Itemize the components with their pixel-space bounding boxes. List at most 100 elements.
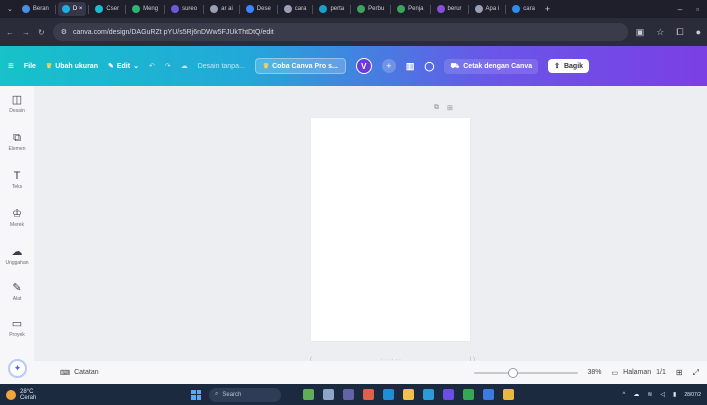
tab-separator — [350, 4, 352, 14]
cloud-icon[interactable]: ☁ — [633, 391, 639, 398]
pencil-icon: ✎ — [107, 63, 114, 70]
browser-tab[interactable]: Penja — [393, 2, 427, 16]
site-info-icon[interactable]: ⚙ — [61, 28, 67, 36]
teams-icon[interactable] — [343, 389, 354, 400]
browser-tab[interactable]: Perbu — [353, 2, 388, 16]
bookmark-star-icon[interactable]: ☆ — [656, 27, 664, 38]
sidebar-item-merek[interactable]: ♔ Merek — [0, 208, 34, 228]
design-title[interactable]: Desain tanpa... — [198, 63, 245, 70]
copilot-icon[interactable] — [363, 389, 374, 400]
maximize-icon[interactable]: ▫ — [696, 5, 699, 14]
browser-tab[interactable]: Dese — [242, 2, 275, 16]
pages-icon: ▭ — [611, 369, 619, 377]
back-icon[interactable]: ← — [6, 28, 14, 37]
tray-expand-icon[interactable]: ^ — [623, 392, 626, 398]
sidebar-item-proyek[interactable]: ▭ Proyek — [0, 318, 34, 338]
windows-start-icon[interactable] — [191, 389, 201, 400]
wifi-icon[interactable]: ≋ — [647, 391, 652, 398]
tab-label: Beran — [32, 6, 49, 12]
store-icon[interactable] — [423, 389, 434, 400]
fullscreen-icon[interactable]: ⤢ — [693, 368, 699, 378]
zoom-value[interactable]: 38% — [588, 369, 602, 376]
browser-tab[interactable]: perta — [315, 2, 348, 16]
sidebar-icon: T — [13, 170, 21, 182]
sidebar-item-unggahan[interactable]: ☁ Unggahan — [0, 246, 34, 266]
window-controls: – ▫ — [678, 5, 707, 14]
browser-tab[interactable]: ar ai — [206, 2, 237, 16]
tab-separator — [505, 4, 507, 14]
canva-app-icon[interactable] — [443, 389, 454, 400]
resize-button[interactable]: ♛ Ubah ukuran — [46, 62, 98, 71]
tab-list-menu-icon[interactable]: ⌄ — [4, 5, 16, 13]
reload-icon[interactable]: ↻ — [38, 28, 45, 37]
browser-tab-strip: ⌄ Beran D × Cser Meng sureo ar ai Dese cara pert… — [0, 0, 707, 18]
file-menu-button[interactable]: File — [24, 63, 36, 70]
file-explorer-icon[interactable] — [403, 389, 414, 400]
battery-icon[interactable]: ▮ — [673, 391, 676, 398]
browser-tab[interactable]: D × — [57, 2, 87, 16]
minimize-icon[interactable]: – — [678, 5, 682, 14]
tab-separator — [312, 4, 314, 14]
main-menu-icon[interactable]: ≡ — [8, 61, 14, 72]
sidebar-item-alat[interactable]: ✎ Alat — [0, 282, 34, 302]
browser-tab[interactable]: sureo — [167, 2, 201, 16]
tab-favicon-icon — [171, 5, 180, 13]
sun-icon — [6, 389, 16, 400]
mail-icon[interactable] — [483, 389, 494, 400]
share-button[interactable]: ⇪ Bagik — [548, 59, 590, 73]
pages-label: Halaman — [623, 369, 652, 376]
address-bar[interactable]: ⚙ canva.com/design/DAGuRZt pYU/s5Rj6nDWw… — [52, 23, 628, 41]
insights-icon[interactable]: ▥ — [406, 61, 415, 72]
profile-icon[interactable]: ● — [696, 27, 701, 38]
tab-separator — [276, 4, 278, 14]
browser-tab[interactable]: Meng — [128, 2, 162, 16]
edge-icon[interactable] — [383, 389, 394, 400]
comment-icon[interactable]: ◯ — [424, 61, 434, 72]
weather-widget[interactable]: 28°C Cerah — [6, 389, 191, 401]
redo-button[interactable]: ↷ — [165, 62, 171, 70]
colorful-app-icon[interactable] — [503, 389, 514, 400]
sidebar-item-teks[interactable]: T Teks — [0, 170, 34, 190]
taskview-icon[interactable] — [323, 389, 334, 400]
extensions-icon[interactable]: ⧠ — [676, 27, 683, 38]
sidebar-item-desain[interactable]: ◫ Desain — [0, 94, 34, 114]
browser-tab[interactable]: Beran — [18, 2, 53, 16]
new-tab-icon[interactable]: + — [541, 4, 554, 14]
add-collaborator-icon[interactable]: + — [381, 59, 396, 73]
browser-tab[interactable]: cara — [508, 2, 539, 16]
volume-icon[interactable]: ◁ — [660, 391, 665, 398]
print-with-canva-button[interactable]: ⛟ Cetak dengan Canva — [444, 58, 539, 74]
cloud-sync-icon[interactable]: ☁ — [181, 62, 188, 70]
sidebar-item-label: Proyek — [9, 332, 25, 338]
browser-tab[interactable]: berur — [433, 2, 466, 16]
magic-assistant-icon[interactable]: ✦ — [8, 359, 27, 378]
zoom-slider[interactable] — [473, 367, 578, 378]
notes-button[interactable]: ⌨ Catatan — [60, 369, 99, 377]
add-page-icon[interactable]: ⊞ — [447, 104, 453, 112]
sidebar-item-elemen[interactable]: ⧉ Elemen — [0, 132, 34, 152]
edit-menu-button[interactable]: ✎ Edit ⌄ — [107, 62, 139, 71]
grid-view-icon[interactable]: ⊞ — [676, 368, 683, 377]
try-pro-button[interactable]: ♛ Coba Canva Pro s... — [254, 58, 346, 74]
avatar[interactable]: V — [355, 58, 372, 74]
taskbar-search[interactable]: ⌕ Search — [209, 387, 281, 402]
browser-tab[interactable]: cara — [280, 2, 311, 16]
browser-tab[interactable]: Cser — [91, 2, 123, 16]
landscape-app-icon[interactable] — [303, 389, 314, 400]
pages-value: 1/1 — [656, 369, 666, 376]
clock[interactable]: 28/07/2 — [684, 392, 701, 398]
cast-icon[interactable]: ▣ — [636, 27, 645, 38]
zoom-slider-knob[interactable] — [508, 367, 519, 378]
forward-icon[interactable]: → — [22, 28, 30, 37]
pages-button[interactable]: ▭ Halaman 1/1 — [612, 369, 666, 377]
tab-label: sureo — [182, 6, 198, 12]
design-page[interactable] — [311, 118, 470, 341]
taskbar-apps — [303, 389, 514, 400]
copy-page-icon[interactable]: ⧉ — [434, 104, 439, 112]
chrome-icon[interactable] — [463, 389, 474, 400]
url-text: canva.com/design/DAGuRZt pYU/s5Rj6nDWw5F… — [72, 28, 274, 36]
browser-tab[interactable]: Apa i — [471, 2, 504, 16]
browser-actions: ▣ ☆ ⧠ ● — [636, 27, 701, 38]
tab-favicon-icon — [474, 5, 483, 13]
undo-button[interactable]: ↶ — [149, 62, 155, 70]
